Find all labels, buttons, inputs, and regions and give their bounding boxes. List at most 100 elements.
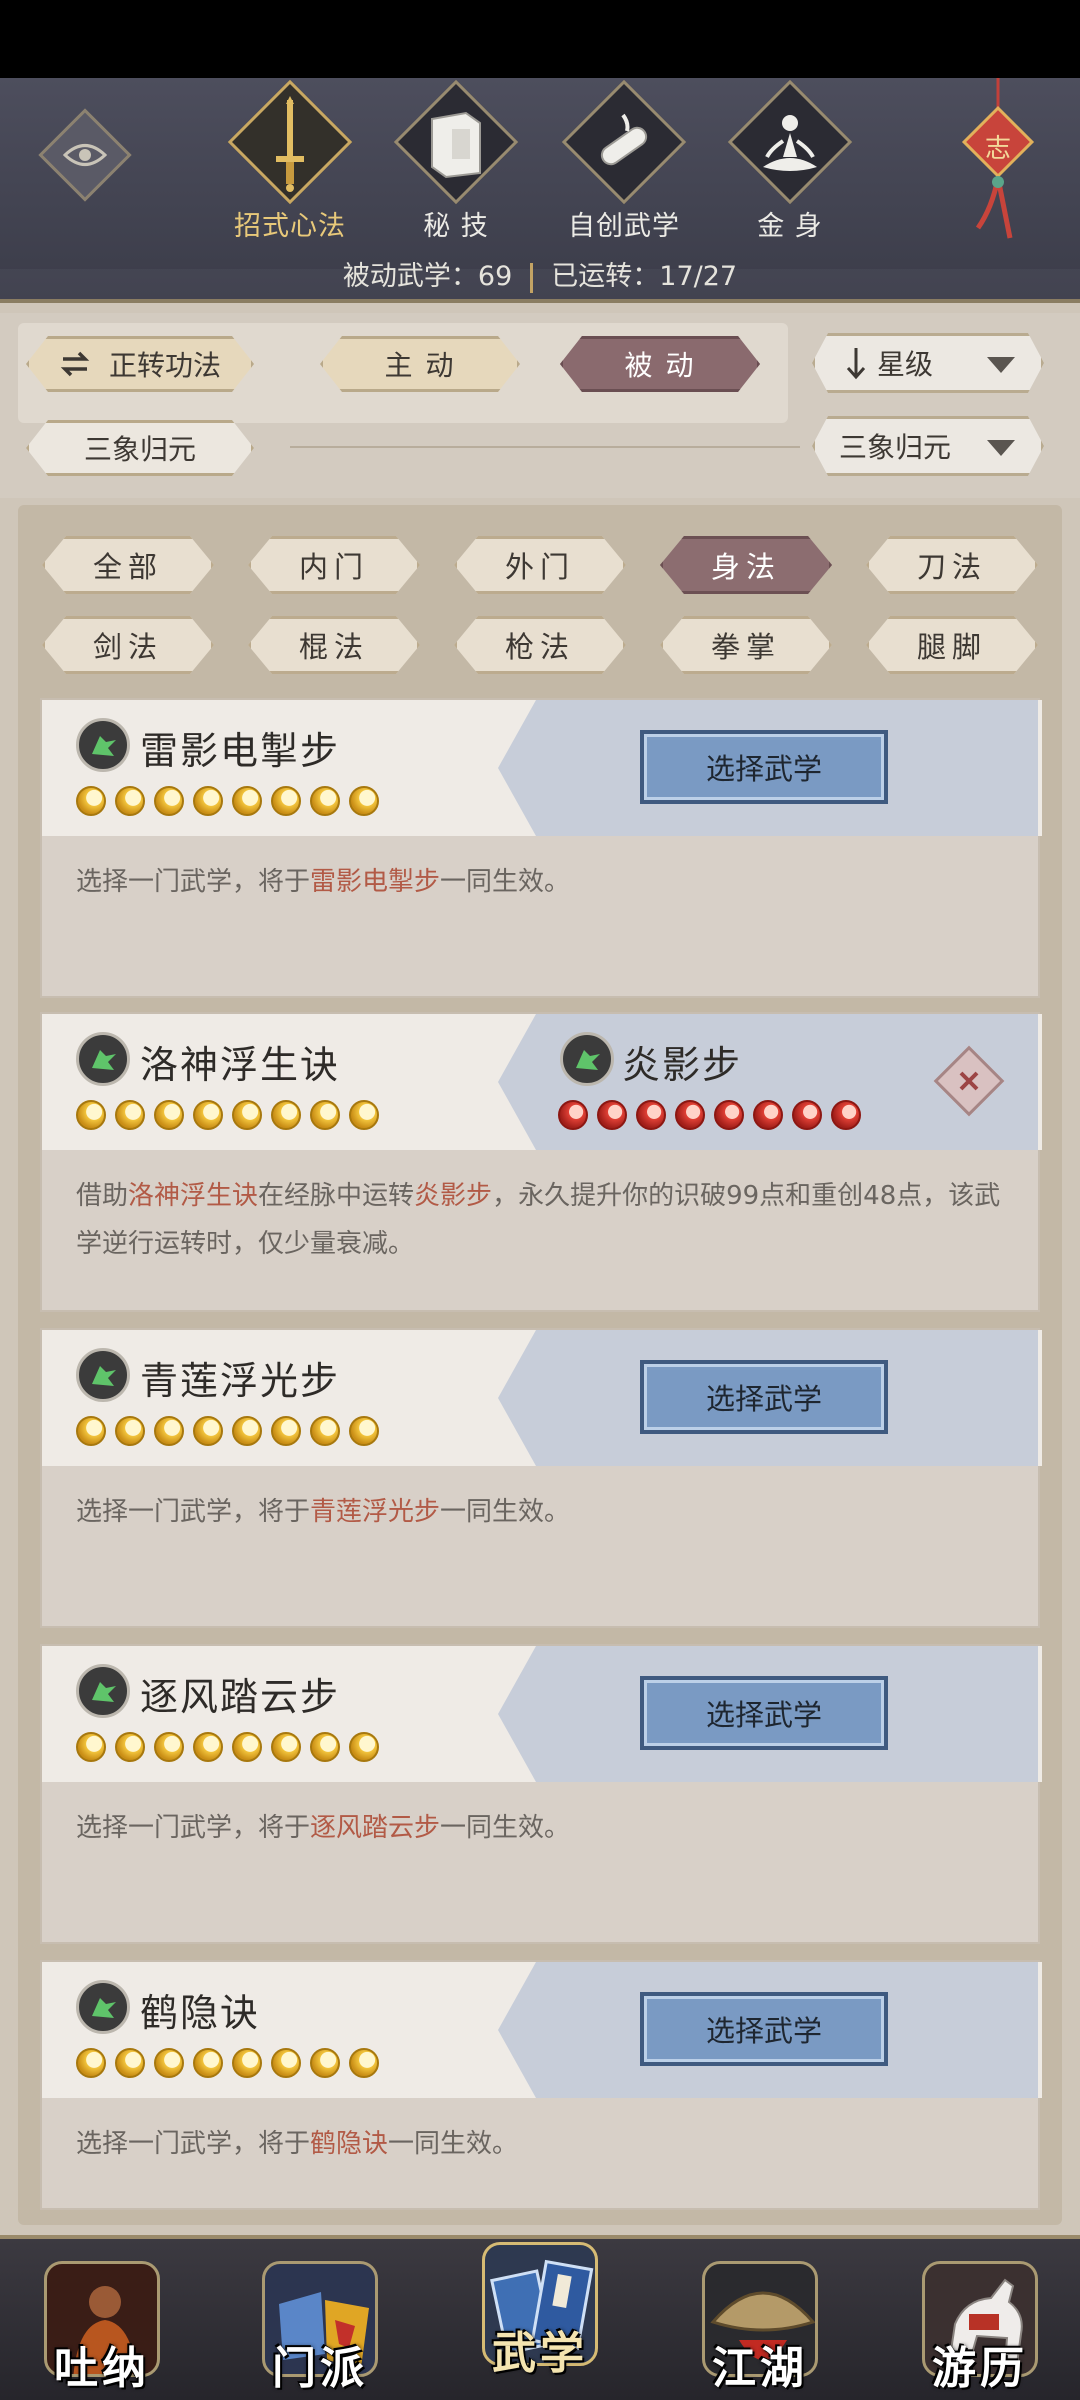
skill-card: 雷影电掣步 选择武学 选择一门武学，将于雷影电掣步一同生效。	[40, 698, 1042, 998]
select-skill-button[interactable]: 选择武学	[640, 1360, 888, 1434]
desc-highlight: 鹤隐诀	[310, 2129, 389, 2159]
running-count-label: 已运转：	[551, 261, 660, 292]
select-skill-label: 选择武学	[705, 2014, 822, 2048]
book-icon	[431, 111, 481, 179]
tab-create[interactable]: 自创武学	[554, 79, 694, 242]
category-inner[interactable]: 内门	[248, 536, 420, 594]
skill-description: 选择一门武学，将于青莲浮光步一同生效。	[76, 1488, 1004, 1536]
passive-count-label: 被动武学：	[342, 261, 478, 292]
sanxiang-dropdown[interactable]: 三象归元	[812, 416, 1044, 476]
category-label: 剑法	[92, 630, 163, 664]
swap-icon	[59, 350, 91, 378]
active-filter-button[interactable]: 主 动	[320, 336, 520, 392]
scroll-icon	[600, 113, 648, 166]
select-skill-label: 选择武学	[705, 752, 822, 786]
category-label: 枪法	[504, 630, 575, 664]
desc-highlight: 青莲浮光步	[310, 1497, 441, 1527]
nav-sect[interactable]: 门派	[240, 2235, 400, 2400]
skill-description: 借助洛神浮生诀在经脉中运转炎影步，永久提升你的识破99点和重创48点，该武学逆行…	[76, 1172, 1004, 1268]
movement-skill-icon	[76, 1348, 130, 1402]
select-skill-label: 选择武学	[705, 1698, 822, 1732]
desc-text: 一同生效。	[440, 867, 571, 897]
sort-dropdown-value: 星级	[877, 348, 934, 381]
close-icon	[959, 1071, 979, 1091]
category-label: 腿脚	[916, 630, 987, 664]
running-count-value: 17/27	[659, 261, 738, 292]
desc-text: 借助	[76, 1181, 129, 1211]
nav-label: 武学	[492, 2328, 588, 2379]
skill-description: 选择一门武学，将于鹤隐诀一同生效。	[76, 2120, 1004, 2168]
select-skill-button[interactable]: 选择武学	[640, 1992, 888, 2066]
desc-highlight: 洛神浮生诀	[128, 1181, 259, 1211]
star-rating	[76, 1100, 388, 1136]
skill-name: 鹤隐诀	[140, 1991, 261, 2035]
category-leg[interactable]: 腿脚	[866, 616, 1038, 674]
chinese-knot-ornament[interactable]: 志	[958, 78, 1038, 248]
category-spear[interactable]: 枪法	[454, 616, 626, 674]
nav-breathing[interactable]: 吐纳	[22, 2235, 182, 2400]
desc-text: 选择一门武学，将于	[76, 1497, 311, 1527]
summary-divider	[530, 262, 534, 293]
chevron-down-icon	[987, 440, 1015, 456]
movement-skill-icon	[76, 1664, 130, 1718]
reverse-skill-label: 正转功法	[108, 349, 221, 382]
category-staff[interactable]: 棍法	[248, 616, 420, 674]
eye-icon	[63, 144, 107, 166]
passive-filter-button[interactable]: 被 动	[560, 336, 760, 392]
tab-secret[interactable]: 秘 技	[386, 79, 526, 242]
select-skill-label: 选择武学	[705, 1382, 822, 1416]
category-label: 外门	[504, 550, 575, 584]
nav-label: 吐纳	[54, 2343, 150, 2394]
tab-secret-label: 秘 技	[423, 211, 489, 242]
category-label: 棍法	[298, 630, 369, 664]
decorative-divider	[290, 446, 800, 448]
skill-name: 青莲浮光步	[140, 1359, 341, 1403]
category-all[interactable]: 全部	[42, 536, 214, 594]
skill-description: 选择一门武学，将于雷影电掣步一同生效。	[76, 858, 1004, 906]
star-rating	[76, 2048, 388, 2084]
knot-char: 志	[984, 134, 1011, 164]
tab-golden-body[interactable]: 金 身	[720, 79, 860, 242]
summary-line: 被动武学：69 已运转：17/27	[0, 254, 1080, 293]
linked-skill-icon	[560, 1032, 614, 1086]
sanxiang-button[interactable]: 三象归元	[26, 420, 254, 476]
tab-moves[interactable]: 招式心法	[220, 79, 360, 242]
category-outer[interactable]: 外门	[454, 536, 626, 594]
arrow-down-icon	[845, 346, 867, 380]
skill-card-linked: 洛神浮生诀 炎影步 借助洛神浮生诀在经脉中运转炎影步，永久提升你的识破99点和重…	[40, 1012, 1042, 1312]
skill-description: 选择一门武学，将于逐风踏云步一同生效。	[76, 1804, 1004, 1852]
nav-travel[interactable]: 游历	[900, 2235, 1060, 2400]
select-skill-button[interactable]: 选择武学	[640, 730, 888, 804]
desc-text: 一同生效。	[440, 1813, 571, 1843]
category-movement[interactable]: 身法	[660, 536, 832, 594]
tab-golden-body-label: 金 身	[757, 211, 823, 242]
sanxiang-button-label: 三象归元	[83, 433, 196, 466]
active-filter-label: 主 动	[384, 349, 456, 382]
movement-skill-icon	[76, 718, 130, 772]
star-rating	[76, 1732, 388, 1768]
reverse-skill-button[interactable]: 正转功法	[26, 336, 254, 392]
nav-martial-arts[interactable]: 武学	[460, 2220, 620, 2385]
skill-card: 青莲浮光步 选择武学 选择一门武学，将于青莲浮光步一同生效。	[40, 1328, 1042, 1628]
category-blade[interactable]: 刀法	[866, 536, 1038, 594]
category-label: 身法	[710, 550, 781, 584]
tab-moves-label: 招式心法	[234, 211, 346, 242]
nav-jianghu[interactable]: 江湖	[680, 2235, 840, 2400]
category-sword[interactable]: 剑法	[42, 616, 214, 674]
passive-count-value: 69	[477, 261, 513, 292]
desc-text: 选择一门武学，将于	[76, 2129, 311, 2159]
chevron-down-icon	[987, 357, 1015, 373]
meditation-icon	[763, 115, 817, 171]
nav-label: 游历	[932, 2343, 1028, 2394]
sort-dropdown[interactable]: 星级	[812, 333, 1044, 393]
category-label: 拳掌	[710, 630, 781, 664]
star-rating	[76, 1416, 388, 1452]
select-skill-button[interactable]: 选择武学	[640, 1676, 888, 1750]
skill-name: 逐风踏云步	[140, 1675, 341, 1719]
desc-text: 一同生效。	[440, 1497, 571, 1527]
skill-card: 鹤隐诀 选择武学 选择一门武学，将于鹤隐诀一同生效。	[40, 1960, 1042, 2210]
passive-filter-label: 被 动	[624, 349, 696, 382]
movement-skill-icon	[76, 1032, 130, 1086]
desc-text: 选择一门武学，将于	[76, 867, 311, 897]
category-fist[interactable]: 拳掌	[660, 616, 832, 674]
